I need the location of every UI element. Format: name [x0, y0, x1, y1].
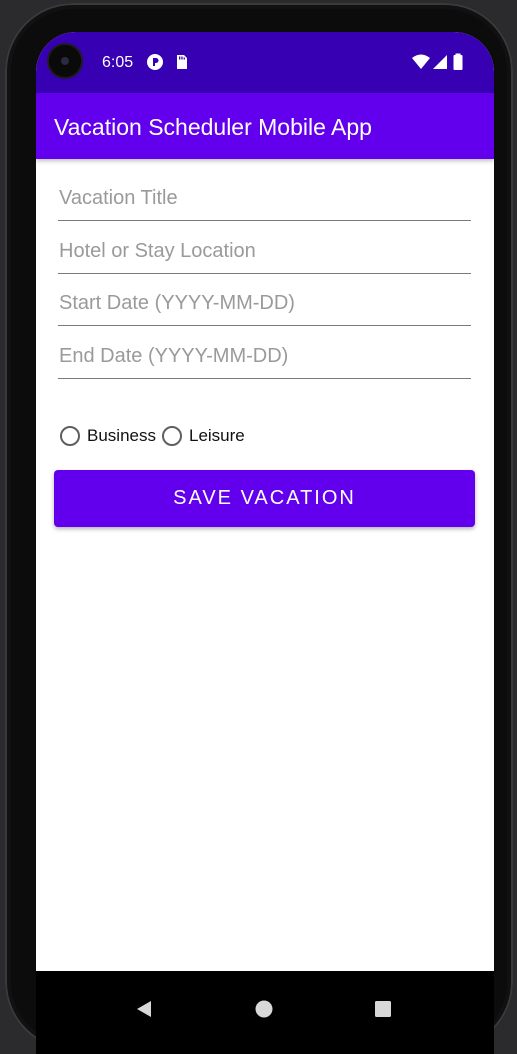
hotel-location-input[interactable] [58, 234, 471, 274]
radio-circle-icon[interactable] [161, 426, 182, 446]
navigation-bar [36, 971, 494, 1054]
notification-icon [146, 53, 164, 71]
wifi-icon [411, 53, 430, 71]
signal-icon [432, 53, 450, 71]
battery-icon [452, 53, 470, 71]
sd-card-icon [172, 53, 190, 71]
screen: 6:05 Vacation Scheduler Mobile App Vacat… [36, 32, 494, 1054]
vacation-title-input[interactable] [58, 181, 471, 221]
vacation-type-radio-group: Business Leisure [60, 423, 251, 449]
save-vacation-button[interactable]: SAVE VACATION [54, 470, 475, 527]
status-bar: 6:05 [36, 32, 494, 93]
radio-circle-icon[interactable] [60, 426, 80, 446]
recents-icon[interactable] [363, 989, 403, 1029]
phone-frame: 6:05 Vacation Scheduler Mobile App Vacat… [5, 3, 513, 1054]
back-icon[interactable] [124, 989, 164, 1029]
app-bar: Vacation Scheduler Mobile App [36, 93, 494, 159]
radio-business-label: Business [87, 426, 156, 445]
camera-cutout [49, 45, 81, 77]
status-time: 6:05 [102, 54, 134, 71]
radio-leisure[interactable]: Leisure [161, 426, 245, 446]
end-date-input[interactable] [58, 339, 471, 379]
home-icon[interactable] [244, 989, 284, 1029]
app-title: Vacation Scheduler Mobile App [54, 114, 372, 140]
radio-business[interactable]: Business [60, 426, 156, 446]
radio-leisure-label: Leisure [188, 426, 245, 445]
start-date-input[interactable] [58, 286, 471, 326]
